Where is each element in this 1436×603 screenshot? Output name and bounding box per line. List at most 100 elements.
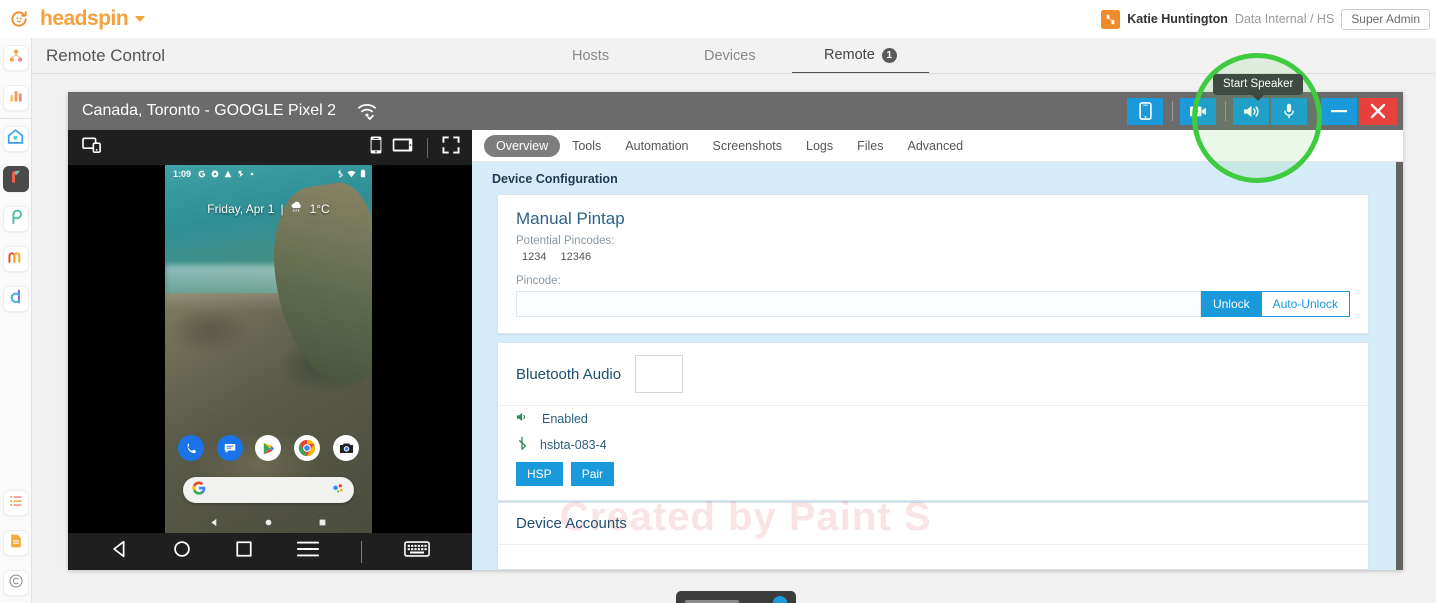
close-button[interactable] [1359, 97, 1397, 125]
lockscreen-date-weather: Friday, Apr 1 | 1°C [165, 201, 372, 216]
tab-devices[interactable]: Devices [704, 38, 756, 74]
sidebar-item-remote-control[interactable] [0, 159, 32, 199]
sidebar-item-org-chart[interactable] [0, 38, 32, 78]
sidebar-item-analytics[interactable] [0, 78, 32, 118]
date-separator: | [280, 201, 284, 216]
top-bar: headspin Katie Huntington Data Internal … [0, 0, 1436, 38]
device-mirror-panel: 1:09 Friday, Apr 1 | 1°C [68, 130, 472, 570]
device-screen-wrapper: 1:09 Friday, Apr 1 | 1°C [68, 165, 472, 533]
pincode-option[interactable]: 1234 [522, 251, 546, 263]
headspin-refresh-icon[interactable] [8, 8, 30, 30]
google-search-bar[interactable] [183, 477, 354, 503]
bluetooth-audio-preview-box [635, 355, 684, 393]
device-window-title: Canada, Toronto - GOOGLE Pixel 2 [82, 102, 337, 119]
phone-view-button[interactable] [1127, 97, 1163, 125]
house-icon [7, 128, 24, 150]
potential-pincodes-label: Potential Pincodes: [516, 235, 615, 247]
orientation-controls [370, 136, 460, 159]
bluetooth-audio-title: Bluetooth Audio [516, 365, 622, 383]
bottom-toast[interactable] [676, 591, 796, 603]
speaker-small-icon [516, 411, 530, 426]
sidebar-item-sessions-list[interactable] [0, 483, 32, 523]
status-right-icons [337, 169, 366, 178]
back-triangle-icon[interactable] [110, 539, 130, 564]
bar-chart-icon [8, 88, 24, 109]
bluetooth-device-row: hsbta-083-4 [498, 431, 1368, 458]
unlock-button[interactable]: Unlock [1200, 291, 1262, 317]
device-screen[interactable]: 1:09 Friday, Apr 1 | 1°C [165, 165, 372, 533]
recents-square-icon[interactable] [234, 539, 254, 564]
document-icon [8, 533, 24, 554]
android-status-bar: 1:09 [165, 165, 372, 182]
pincode-row: Unlock Auto-Unlock [498, 287, 1368, 333]
pincode-option[interactable]: 12346 [560, 251, 591, 263]
left-icon-rail [0, 38, 32, 603]
bluetooth-icon [516, 436, 528, 453]
app-dock [165, 435, 372, 461]
home-circle-icon[interactable] [172, 539, 192, 564]
google-g-icon [192, 480, 206, 500]
minimize-button[interactable] [1321, 97, 1357, 125]
recents-square-icon[interactable] [318, 518, 327, 527]
page-title: Remote Control [46, 46, 166, 65]
hamburger-menu-icon[interactable] [296, 540, 319, 563]
sidebar-item-data[interactable] [0, 279, 32, 319]
tab-automation[interactable]: Automation [613, 135, 700, 157]
bluetooth-status-row: Enabled [498, 406, 1368, 431]
tab-overview[interactable]: Overview [484, 134, 561, 157]
google-assistant-icon[interactable] [331, 481, 345, 500]
tab-screenshots[interactable]: Screenshots [701, 135, 794, 157]
landscape-phone-icon[interactable] [392, 138, 413, 157]
section-label-device-configuration: Device Configuration [492, 172, 618, 186]
device-screen-icon[interactable] [82, 136, 102, 159]
app-root: headspin Katie Huntington Data Internal … [0, 0, 1436, 603]
m-icon [7, 248, 25, 271]
camera-app-icon[interactable] [333, 435, 360, 461]
play-store-app-icon[interactable] [255, 435, 282, 461]
nav-divider [360, 540, 362, 563]
phone-app-icon[interactable] [177, 435, 204, 461]
brand-wordmark[interactable]: headspin [40, 7, 129, 31]
keyboard-icon[interactable] [403, 540, 430, 563]
user-area: Katie Huntington Data Internal / HS Supe… [1101, 0, 1430, 38]
auto-unlock-button[interactable]: Auto-Unlock [1261, 291, 1350, 317]
sidebar-item-reports[interactable] [0, 523, 32, 563]
bluetooth-actions: HSP Pair [498, 458, 1368, 500]
tab-logs[interactable]: Logs [794, 135, 845, 157]
tab-hosts[interactable]: Hosts [572, 38, 609, 74]
back-triangle-icon[interactable] [210, 518, 219, 527]
fullscreen-icon[interactable] [442, 136, 460, 159]
status-time: 1:09 [173, 168, 192, 179]
pincode-input[interactable] [516, 291, 1201, 317]
pair-button[interactable]: Pair [570, 462, 615, 486]
sidebar-item-home[interactable] [0, 119, 32, 159]
remote-r-icon [8, 169, 24, 190]
paint-watermark: Created by Paint S [560, 495, 932, 539]
role-badge[interactable]: Super Admin [1341, 8, 1430, 30]
bluetooth-audio-card: Bluetooth Audio Enabled hsbta-083-4 HSP … [497, 342, 1369, 501]
potential-pincodes-list: 1234 12346 [498, 247, 1368, 263]
sidebar-item-monitoring[interactable] [0, 239, 32, 279]
hsp-button[interactable]: HSP [516, 462, 563, 486]
pincode-label: Pincode: [516, 275, 561, 287]
toast-text-placeholder [685, 599, 739, 603]
tab-files[interactable]: Files [845, 135, 895, 157]
toolbar-divider [427, 137, 428, 158]
sidebar-item-copyright[interactable] [0, 563, 32, 603]
home-circle-icon[interactable] [264, 518, 273, 527]
messages-app-icon[interactable] [216, 435, 243, 461]
chrome-app-icon[interactable] [294, 435, 321, 461]
portrait-phone-icon[interactable] [370, 136, 382, 159]
chevron-down-icon[interactable] [135, 16, 146, 22]
rain-cloud-icon [290, 201, 304, 216]
user-name[interactable]: Katie Huntington [1127, 12, 1228, 26]
bluetooth-audio-header: Bluetooth Audio [498, 343, 1368, 406]
tab-remote-count: 1 [881, 47, 897, 63]
tab-tools[interactable]: Tools [560, 135, 613, 157]
start-speaker-tooltip: Start Speaker [1213, 74, 1304, 95]
device-mirror-toolbar [68, 130, 472, 165]
tab-remote[interactable]: Remote 1 [792, 38, 929, 74]
tab-advanced[interactable]: Advanced [896, 135, 976, 157]
bluetooth-status-text: Enabled [542, 411, 588, 426]
sidebar-item-performance[interactable] [0, 199, 32, 239]
